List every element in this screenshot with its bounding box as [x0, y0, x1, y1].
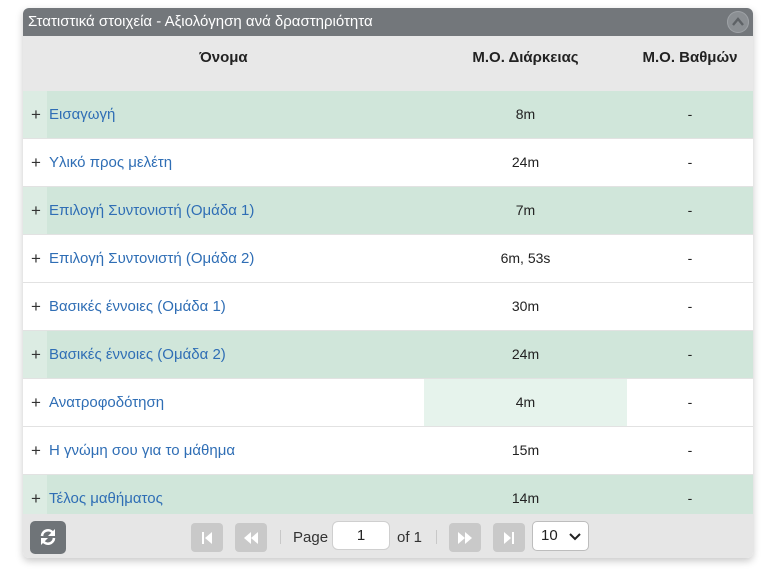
- expand-row-icon[interactable]: +: [29, 427, 43, 474]
- prev-page-button[interactable]: [235, 523, 267, 552]
- grade-cell: -: [687, 250, 693, 266]
- column-header-grade[interactable]: Μ.Ο. Βαθμών: [627, 36, 753, 80]
- grid-body: + Εισαγωγή 8m - + Υλικό προς μελέτη 24m …: [23, 91, 753, 523]
- duration-cell: 30m: [511, 298, 540, 314]
- page-label: Page: [293, 529, 329, 546]
- page-size-value: 10: [541, 527, 558, 544]
- activity-name-link[interactable]: Βασικές έννοιες (Ομάδα 2): [49, 331, 226, 378]
- expand-row-icon[interactable]: +: [29, 91, 43, 138]
- expand-row-icon[interactable]: +: [29, 283, 43, 330]
- panel-title-bar: Στατιστικά στοιχεία - Αξιολόγηση ανά δρα…: [23, 8, 753, 36]
- duration-cell: 8m: [515, 106, 536, 122]
- grade-cell: -: [687, 394, 693, 410]
- expand-row-icon[interactable]: +: [29, 379, 43, 426]
- table-row: + Βασικές έννοιες (Ομάδα 2) 24m -: [23, 331, 753, 379]
- first-page-icon: [202, 532, 212, 544]
- grade-cell: -: [687, 154, 693, 170]
- chevron-up-icon: [732, 17, 744, 26]
- grade-cell: -: [687, 106, 693, 122]
- expand-row-icon[interactable]: +: [29, 235, 43, 282]
- last-page-button[interactable]: [493, 523, 525, 552]
- first-page-button[interactable]: [191, 523, 223, 552]
- table-row: + Βασικές έννοιες (Ομάδα 1) 30m -: [23, 283, 753, 331]
- page-number-input[interactable]: [332, 521, 390, 550]
- duration-cell: 24m: [511, 346, 540, 362]
- chevron-down-icon: [569, 533, 581, 541]
- table-row: + Επιλογή Συντονιστή (Ομάδα 1) 7m -: [23, 187, 753, 235]
- page-count-label: of 1: [397, 529, 423, 546]
- pager-separator: [280, 530, 281, 544]
- expand-row-icon[interactable]: +: [29, 139, 43, 186]
- duration-cell: 15m: [511, 442, 540, 458]
- expand-row-icon[interactable]: +: [29, 331, 43, 378]
- activity-name-link[interactable]: Ανατροφοδότηση: [49, 379, 164, 426]
- activity-name-link[interactable]: Επιλογή Συντονιστή (Ομάδα 1): [49, 187, 254, 234]
- page-size-select[interactable]: 10: [532, 521, 589, 551]
- grade-cell: -: [687, 346, 693, 362]
- table-row: + Ανατροφοδότηση 4m -: [23, 379, 753, 427]
- activity-name-link[interactable]: Επιλογή Συντονιστή (Ομάδα 2): [49, 235, 254, 282]
- duration-cell: 7m: [515, 202, 536, 218]
- pager-bar: Page of 1 10: [23, 514, 753, 558]
- collapse-button[interactable]: [727, 11, 749, 33]
- prev-page-icon: [244, 532, 258, 544]
- refresh-button[interactable]: [30, 521, 66, 554]
- grade-cell: -: [687, 202, 693, 218]
- column-header-duration[interactable]: Μ.Ο. Διάρκειας: [424, 36, 627, 80]
- column-header-name[interactable]: Όνομα: [23, 36, 424, 80]
- table-row: + Υλικό προς μελέτη 24m -: [23, 139, 753, 187]
- table-row: + Εισαγωγή 8m -: [23, 91, 753, 139]
- activity-name-link[interactable]: Η γνώμη σου για το μάθημα: [49, 427, 235, 474]
- refresh-icon: [40, 529, 56, 545]
- expand-row-icon[interactable]: +: [29, 187, 43, 234]
- next-page-button[interactable]: [449, 523, 481, 552]
- last-page-icon: [504, 532, 514, 544]
- grid-header: Όνομα Μ.Ο. Διάρκειας Μ.Ο. Βαθμών: [23, 36, 753, 91]
- activity-name-link[interactable]: Βασικές έννοιες (Ομάδα 1): [49, 283, 226, 330]
- activity-name-link[interactable]: Υλικό προς μελέτη: [49, 139, 172, 186]
- table-row: + Η γνώμη σου για το μάθημα 15m -: [23, 427, 753, 475]
- pager-separator: [436, 530, 437, 544]
- activity-name-link[interactable]: Εισαγωγή: [49, 91, 115, 138]
- duration-cell: 4m: [424, 379, 627, 426]
- grade-cell: -: [687, 442, 693, 458]
- duration-cell: 6m, 53s: [500, 250, 551, 266]
- panel-title: Στατιστικά στοιχεία - Αξιολόγηση ανά δρα…: [28, 13, 373, 30]
- grade-cell: -: [687, 298, 693, 314]
- next-page-icon: [458, 532, 472, 544]
- table-row: + Επιλογή Συντονιστή (Ομάδα 2) 6m, 53s -: [23, 235, 753, 283]
- stats-panel: Στατιστικά στοιχεία - Αξιολόγηση ανά δρα…: [23, 8, 753, 558]
- duration-cell: 24m: [511, 154, 540, 170]
